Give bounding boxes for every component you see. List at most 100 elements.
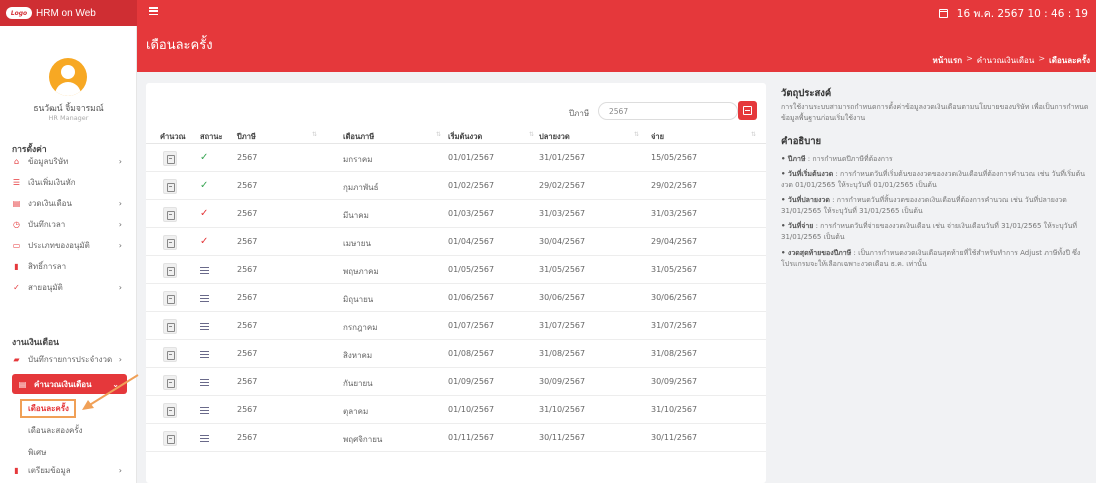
cell-tax-year: 2567 [237,209,258,218]
sidebar-item-label: บันทึกเวลา [28,219,66,229]
list-icon [200,351,209,358]
check-icon: ✓ [200,236,209,247]
sidebar-item[interactable]: ▰ บันทึกรายการประจำงวด › [12,351,130,367]
column-header-start[interactable]: เริ่มต้นงวด [448,131,482,143]
sidebar-item[interactable]: ⌂ ข้อมูลบริษัท › [12,153,130,169]
breadcrumb-home[interactable]: หน้าแรก [933,54,963,67]
table-row[interactable]: ✓ 2567 กุมภาพันธ์ 01/02/2567 29/02/2567 29/02… [146,173,766,200]
breadcrumb-separator: > [1038,54,1046,63]
cell-start-date: 01/06/2567 [448,293,495,302]
column-header-tax-month[interactable]: เดือนภาษี [343,131,374,143]
sidebar-item[interactable]: ☰ เงินเพิ่มเงินหัก [12,174,130,190]
clock-icon: ◷ [13,219,20,229]
cell-end-date: 31/07/2567 [539,321,586,330]
table-row[interactable]: 2567 พฤษภาคม 01/05/2567 31/05/2567 31/05/256… [146,257,766,284]
cell-tax-month: กรกฎาคม [343,323,378,332]
submenu-item-special[interactable]: พิเศษ [28,446,46,459]
cell-start-date: 01/11/2567 [448,433,495,442]
user-role: HR Manager [48,114,89,122]
cell-pay-date: 31/03/2567 [651,209,698,218]
column-header-tax-year[interactable]: ปีภาษี [237,131,256,143]
calculate-button[interactable] [163,403,177,418]
table-row[interactable]: 2567 พฤศจิกายน 01/11/2567 30/11/2567 30/11/2… [146,425,766,452]
description-item: • วันที่เริ่มต้นงวด : การกำหนดวันที่เริ่… [781,169,1089,191]
avatar[interactable] [49,58,87,96]
sort-icon[interactable]: ⇅ [751,131,756,138]
list-icon [200,323,209,330]
description-title: คำอธิบาย [781,136,822,147]
column-header-status[interactable]: สถานะ [200,131,223,143]
sidebar-item[interactable]: ▤ งวดเงินเดือน › [12,195,130,211]
sidebar-item-label: บันทึกรายการประจำงวด [28,354,113,364]
cell-end-date: 30/06/2567 [539,293,586,302]
cell-start-date: 01/02/2567 [448,181,495,190]
tax-year-input[interactable] [598,102,738,120]
money-icon: ▤ [12,198,21,208]
table-row[interactable]: 2567 มิถุนายน 01/06/2567 30/06/2567 30/06/25… [146,285,766,312]
calculate-button[interactable] [163,207,177,222]
table-row[interactable]: ✓ 2567 มกราคม 01/01/2567 31/01/2567 15/05/256… [146,145,766,172]
column-header-pay[interactable]: จ่าย [651,131,664,143]
cell-start-date: 01/01/2567 [448,153,495,162]
sort-icon[interactable]: ⇅ [634,131,639,138]
folder-icon: ▰ [13,354,20,364]
calendar-icon [938,8,948,18]
cell-pay-date: 29/02/2567 [651,181,698,190]
sidebar-item[interactable]: ▭ ประเภทของอนุมัติ › [12,237,130,253]
hamburger-menu-icon[interactable] [149,7,158,15]
breadcrumb-separator: > [966,54,973,63]
chevron-right-icon: › [118,465,122,475]
sidebar-item[interactable]: ▮ สิทธิ์การลา [12,258,130,274]
sidebar-item[interactable]: ✓ สายอนุมัติ › [12,279,130,295]
cell-start-date: 01/07/2567 [448,321,495,330]
chevron-right-icon: › [118,282,122,292]
card-icon: ▭ [12,240,21,250]
breadcrumb-parent[interactable]: คำนวณเงินเดือน [977,54,1035,67]
brand[interactable]: Logo HRM on Web [0,0,137,26]
cell-pay-date: 30/09/2567 [651,377,698,386]
cell-pay-date: 31/10/2567 [651,405,698,414]
calculate-button[interactable] [163,347,177,362]
calendar-button[interactable] [738,101,757,120]
datetime-text: 16 พ.ค. 2567 10 : 46 : 19 [956,7,1088,20]
cell-tax-month: กันยายน [343,379,373,388]
calculate-button[interactable] [163,291,177,306]
submenu-item-twice-monthly[interactable]: เดือนละสองครั้ง [28,424,83,437]
sidebar-item[interactable]: ◷ บันทึกเวลา › [12,216,130,232]
calculate-button[interactable] [163,235,177,250]
list-icon [200,267,209,274]
description-term: • วันที่จ่าย [781,222,814,230]
calculate-button[interactable] [163,375,177,390]
cell-tax-month: มกราคม [343,155,373,164]
table-row[interactable]: ✓ 2567 เมษายน 01/04/2567 30/04/2567 29/04/256… [146,229,766,256]
column-header-end[interactable]: ปลายงวด [539,131,570,143]
table-row[interactable]: 2567 กรกฎาคม 01/07/2567 31/07/2567 31/07/256… [146,313,766,340]
table-row[interactable]: ✓ 2567 มีนาคม 01/03/2567 31/03/2567 31/03/256… [146,201,766,228]
sidebar-item-prepare-data[interactable]: ▮ เตรียมข้อมูล › [12,462,130,478]
table-row[interactable]: 2567 กันยายน 01/09/2567 30/09/2567 30/09/256… [146,369,766,396]
sort-icon[interactable]: ⇅ [529,131,534,138]
cell-tax-month: สิงหาคม [343,351,373,360]
calculate-button[interactable] [163,263,177,278]
sidebar-item-label: งวดเงินเดือน [28,198,72,208]
sidebar-item-label: สิทธิ์การลา [28,261,67,271]
document-icon: ▮ [14,465,19,475]
info-panel: วัตถุประสงค์ การใช้งานระบบสามารถกำหนดการ… [778,83,1096,483]
cell-tax-month: กุมภาพันธ์ [343,183,379,192]
table-row[interactable]: 2567 ตุลาคม 01/10/2567 31/10/2567 31/10/2567 [146,397,766,424]
cell-tax-month: พฤษภาคม [343,267,379,276]
calculate-button[interactable] [163,151,177,166]
submenu-item-monthly[interactable]: เดือนละครั้ง [20,399,76,418]
calculate-button[interactable] [163,431,177,446]
column-header-calculate[interactable]: คำนวณ [160,131,186,143]
calculate-button[interactable] [163,179,177,194]
cell-pay-date: 30/11/2567 [651,433,698,442]
sort-icon[interactable]: ⇅ [436,131,441,138]
table-row[interactable]: 2567 สิงหาคม 01/08/2567 31/08/2567 31/08/256… [146,341,766,368]
sort-icon[interactable]: ⇅ [312,131,317,138]
cell-tax-month: เมษายน [343,239,371,248]
calculate-button[interactable] [163,319,177,334]
cell-tax-month: พฤศจิกายน [343,435,383,444]
description-item: • ปีภาษี : การกำหนดปีภาษีที่ต้องการ [781,154,1089,165]
money-icon: ▤ [18,379,27,389]
